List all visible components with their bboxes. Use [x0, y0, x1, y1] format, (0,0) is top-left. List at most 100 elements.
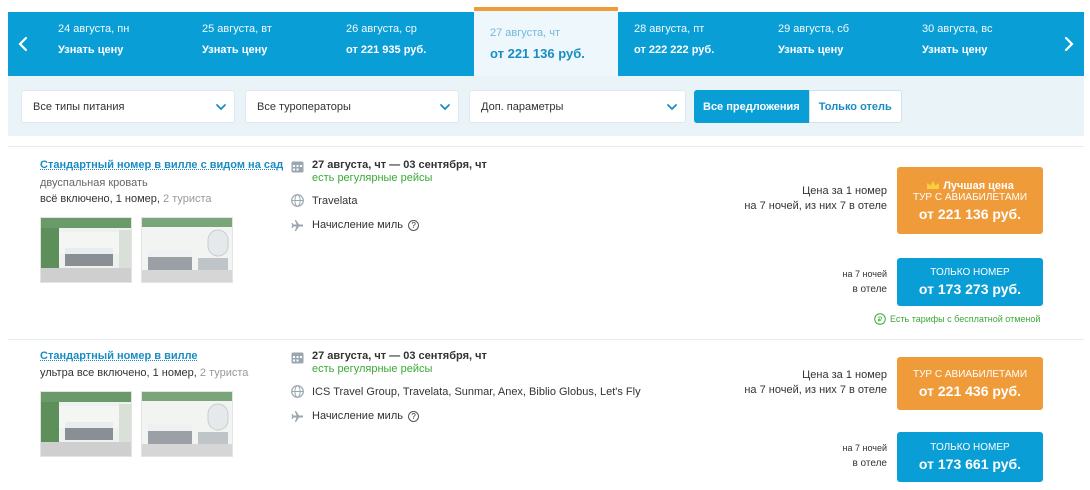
extra-params-value: Доп. параметры	[481, 100, 564, 113]
room-meta-main: ультра все включено, 1 номер,	[40, 367, 197, 379]
room-meta: всё включено, 1 номер, 2 туриста	[40, 193, 212, 205]
room-title-link[interactable]: Стандартный номер в вилле	[40, 350, 198, 362]
filter-bar: Все типы питания Все туроператоры Доп. п…	[8, 76, 1084, 136]
bed-type: двуспальная кровать	[40, 177, 148, 189]
tourists-count: 2 туриста	[163, 193, 212, 205]
chevron-down-icon	[440, 104, 450, 111]
tour-operators: ICS Travel Group, Travelata, Sunmar, Ane…	[312, 386, 641, 398]
tour-price-label: Цена за 1 номер на 7 ночей, из них 7 в о…	[744, 184, 887, 214]
tour-with-flights-button[interactable]: Лучшая цена ТУР С АВИАБИЛЕТАМИ от 221 13…	[897, 167, 1043, 234]
miles-accrual: Начисление миль ?	[312, 410, 420, 422]
svg-text:₽: ₽	[878, 316, 883, 324]
date-cell[interactable]: 26 августа, ср от 221 935 руб.	[346, 12, 486, 76]
best-price-badge: Лучшая цена	[926, 180, 1014, 192]
all-offers-toggle[interactable]: Все предложения	[694, 90, 809, 123]
meal-type-value: Все типы питания	[33, 100, 125, 113]
date-price: Узнать цену	[202, 44, 268, 56]
calendar-icon	[291, 352, 304, 364]
room-photo-image	[41, 392, 131, 456]
tour-price-label-line1: Цена за 1 номер	[802, 185, 887, 197]
room-photo[interactable]	[141, 217, 233, 283]
regular-flights-note: есть регулярные рейсы	[312, 363, 433, 375]
next-dates-button[interactable]	[1054, 12, 1084, 76]
tour-caption: ТУР С АВИАБИЛЕТАМИ	[912, 191, 1028, 203]
miles-accrual: Начисление миль ?	[312, 219, 420, 231]
tour-price-label-line2: на 7 ночей, из них 7 в отеле	[744, 200, 887, 212]
date-price: Узнать цену	[922, 44, 988, 56]
date-price: от 221 935 руб.	[346, 44, 427, 56]
hotel-offers-page: 24 августа, пн Узнать цену 25 августа, в…	[0, 0, 1090, 490]
room-price-label: на 7 ночей в отеле	[843, 267, 887, 297]
offer-type-toggle: Все предложения Только отель	[694, 90, 902, 123]
room-price: от 173 273 руб.	[918, 281, 1022, 297]
chevron-left-icon	[18, 36, 28, 52]
room-photo[interactable]	[141, 391, 233, 457]
tour-operators: Travelata	[312, 195, 358, 207]
room-photo[interactable]	[40, 217, 132, 283]
room-price: от 173 661 руб.	[918, 456, 1022, 472]
chevron-down-icon	[667, 104, 677, 111]
extra-params-select[interactable]: Доп. параметры	[469, 90, 686, 123]
date-label: 30 августа, вс	[922, 23, 993, 35]
room-price-label: на 7 ночей в отеле	[843, 441, 887, 471]
tour-caption: ТУР С АВИАБИЛЕТАМИ	[912, 368, 1028, 380]
best-price-label: Лучшая цена	[943, 179, 1014, 192]
hotel-only-toggle[interactable]: Только отель	[808, 90, 902, 123]
airplane-icon	[291, 220, 303, 231]
room-photo[interactable]	[40, 391, 132, 457]
date-label: 29 августа, сб	[778, 23, 850, 35]
operators-select[interactable]: Все туроператоры	[245, 90, 459, 123]
tourists-count: 2 туриста	[199, 367, 249, 379]
help-icon[interactable]: ?	[408, 219, 420, 231]
room-caption: ТОЛЬКО НОМЕР	[930, 267, 1010, 278]
room-photo-image	[142, 218, 232, 282]
room-only-button[interactable]: ТОЛЬКО НОМЕР от 173 273 руб.	[897, 258, 1043, 306]
date-cell-selected[interactable]: 27 августа, чт от 221 136 руб.	[474, 7, 618, 79]
date-cell[interactable]: 30 августа, вс Узнать цену	[922, 12, 1062, 76]
date-label: 24 августа, пн	[58, 23, 130, 35]
divider	[8, 339, 1084, 340]
room-title-link[interactable]: Стандартный номер в вилле с видом на сад	[40, 159, 283, 171]
calendar-icon	[291, 161, 304, 173]
date-price: от 222 222 руб.	[634, 44, 715, 56]
airplane-icon	[291, 411, 303, 422]
room-photo-image	[41, 218, 131, 282]
date-cell[interactable]: 28 августа, пт от 222 222 руб.	[634, 12, 774, 76]
globe-icon	[291, 194, 304, 207]
room-only-button[interactable]: ТОЛЬКО НОМЕР от 173 661 руб.	[897, 432, 1043, 482]
room-price-label-line1: на 7 ночей	[842, 443, 887, 453]
tour-price: от 221 436 руб.	[918, 382, 1022, 399]
date-cell[interactable]: 29 августа, сб Узнать цену	[778, 12, 918, 76]
miles-accrual-label: Начисление миль	[312, 410, 403, 422]
crown-icon	[927, 180, 940, 189]
meal-type-select[interactable]: Все типы питания	[21, 90, 235, 123]
tour-price-label-line2: на 7 ночей, из них 7 в отеле	[744, 384, 887, 396]
room-price-label-line2: в отеле	[852, 458, 887, 469]
free-cancellation-text: Есть тарифы с бесплатной отменой	[890, 314, 1041, 324]
date-cell[interactable]: 24 августа, пн Узнать цену	[58, 12, 198, 76]
date-label: 25 августа, вт	[202, 23, 272, 35]
free-cancellation-note: ₽ Есть тарифы с бесплатной отменой	[874, 313, 1040, 325]
date-label: 26 августа, ср	[346, 23, 417, 35]
divider	[8, 146, 1084, 147]
date-price: от 221 136 руб.	[490, 46, 585, 61]
prev-dates-button[interactable]	[8, 12, 38, 76]
tour-price: от 221 136 руб.	[918, 205, 1022, 222]
room-photo-image	[142, 392, 232, 456]
room-price-label-line2: в отеле	[852, 284, 887, 295]
help-icon[interactable]: ?	[408, 410, 420, 422]
trip-dates: 27 августа, чт — 03 сентября, чт	[312, 159, 487, 171]
ruble-circle-icon: ₽	[874, 313, 886, 325]
room-meta: ультра все включено, 1 номер, 2 туриста	[40, 367, 248, 379]
room-price-label-line1: на 7 ночей	[842, 269, 887, 279]
date-label: 28 августа, пт	[634, 23, 705, 35]
room-caption: ТОЛЬКО НОМЕР	[930, 442, 1010, 453]
trip-dates: 27 августа, чт — 03 сентября, чт	[312, 350, 487, 362]
miles-accrual-label: Начисление миль	[312, 219, 403, 231]
tour-with-flights-button[interactable]: ТУР С АВИАБИЛЕТАМИ от 221 436 руб.	[897, 357, 1043, 410]
tour-price-label: Цена за 1 номер на 7 ночей, из них 7 в о…	[744, 368, 887, 398]
tour-price-label-line1: Цена за 1 номер	[802, 369, 887, 381]
date-cell[interactable]: 25 августа, вт Узнать цену	[202, 12, 342, 76]
chevron-down-icon	[216, 104, 226, 111]
operators-value: Все туроператоры	[257, 100, 351, 113]
